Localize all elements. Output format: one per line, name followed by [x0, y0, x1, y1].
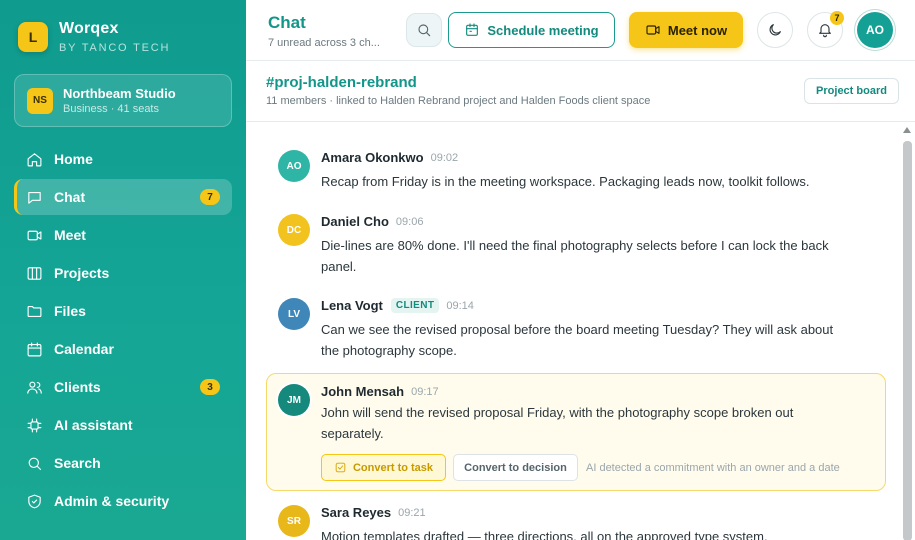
avatar[interactable]: LV	[278, 298, 310, 330]
scroll-up-arrow-icon[interactable]	[903, 127, 911, 133]
workspace-switcher[interactable]: NS Northbeam Studio Business · 41 seats	[14, 74, 232, 127]
sidebar-item-label: AI assistant	[54, 417, 133, 433]
message: SR Sara Reyes 09:21 Motion templates dra…	[266, 505, 886, 540]
sidebar-item-projects[interactable]: Projects	[14, 255, 232, 291]
calendar-icon	[25, 340, 43, 358]
search-icon	[25, 454, 43, 472]
avatar[interactable]: AO	[278, 150, 310, 182]
message-author[interactable]: Amara Okonkwo	[321, 150, 424, 165]
avatar[interactable]: DC	[278, 214, 310, 246]
channel-description: 11 members · linked to Halden Rebrand pr…	[266, 95, 651, 107]
scroll-thumb[interactable]	[903, 141, 912, 540]
workspace-meta: Business · 41 seats	[63, 103, 159, 115]
message-text: John will send the revised proposal Frid…	[321, 405, 794, 441]
message-time: 09:21	[398, 506, 426, 519]
search-button[interactable]	[406, 13, 442, 47]
checkbox-icon	[335, 462, 346, 473]
calendar-icon	[466, 23, 479, 36]
brand-name: Worqex	[59, 20, 119, 37]
sidebar: L Worqex BY TANCO TECH NS Northbeam Stud…	[0, 0, 246, 540]
message-time: 09:14	[446, 299, 474, 312]
unread-count-badge: 7	[200, 189, 220, 205]
folder-icon	[25, 302, 43, 320]
message-actions: Convert to task Convert to decision AI d…	[321, 454, 840, 481]
workspace-name: Northbeam Studio	[63, 86, 176, 101]
message-author[interactable]: John Mensah	[321, 384, 404, 399]
unread-summary: 7 unread across 3 ch...	[268, 37, 380, 49]
ai-detection-note: AI detected a commitment with an owner a…	[586, 461, 840, 474]
sidebar-item-label: Search	[54, 455, 101, 471]
meet-now-label: Meet now	[667, 22, 728, 38]
sidebar-item-files[interactable]: Files	[14, 293, 232, 329]
sidebar-item-chat[interactable]: Chat 7	[14, 179, 232, 215]
sidebar-item-label: Chat	[54, 189, 86, 205]
theme-toggle-button[interactable]	[757, 12, 793, 48]
message-list: AO Amara Okonkwo 09:02 Recap from Friday…	[246, 123, 901, 540]
top-bar: Chat 7 unread across 3 ch... Schedule me…	[246, 0, 915, 61]
video-icon	[25, 226, 43, 244]
sidebar-item-label: Admin & security	[54, 493, 170, 509]
notifications-button[interactable]: 7	[807, 11, 844, 48]
brand-subtitle: BY TANCO TECH	[59, 42, 171, 54]
sidebar-item-clients[interactable]: Clients 3	[14, 369, 232, 405]
convert-to-task-label: Convert to task	[352, 461, 434, 474]
sidebar-item-home[interactable]: Home	[14, 141, 232, 177]
message-author[interactable]: Sara Reyes	[321, 505, 391, 520]
sidebar-item-label: Meet	[54, 227, 86, 243]
message-time: 09:02	[430, 151, 459, 164]
brand-logo: L	[18, 22, 48, 52]
sidebar-item-meet[interactable]: Meet	[14, 217, 232, 253]
channel-header: #proj-halden-rebrand 11 members · linked…	[246, 62, 915, 122]
sidebar-item-label: Files	[54, 303, 86, 319]
home-icon	[25, 150, 43, 168]
sidebar-item-search[interactable]: Search	[14, 445, 232, 481]
message: DC Daniel Cho 09:06 Die-lines are 80% do…	[266, 214, 886, 284]
avatar[interactable]: SR	[278, 505, 310, 537]
schedule-meeting-label: Schedule meeting	[487, 22, 599, 38]
moon-icon	[769, 24, 781, 36]
workspace-badge: NS	[27, 87, 53, 114]
user-avatar[interactable]: AO	[857, 12, 893, 48]
search-icon	[418, 24, 431, 37]
message: LV Lena Vogt CLIENT 09:14 Can we see the…	[266, 298, 886, 368]
avatar[interactable]: JM	[278, 384, 310, 416]
message: AO Amara Okonkwo 09:02 Recap from Friday…	[266, 150, 886, 210]
sidebar-item-label: Projects	[54, 265, 110, 281]
project-board-button[interactable]: Project board	[804, 78, 899, 104]
sidebar-nav: Home Chat 7 Meet Projects Files Calendar…	[14, 141, 232, 521]
client-tag: CLIENT	[390, 298, 440, 313]
message-time: 09:17	[411, 385, 439, 398]
convert-to-decision-button[interactable]: Convert to decision	[453, 454, 578, 481]
meet-now-button[interactable]: Meet now	[629, 12, 743, 48]
sidebar-item-ai-assistant[interactable]: AI assistant	[14, 407, 232, 443]
bell-icon	[819, 24, 831, 38]
chip-icon	[25, 416, 43, 434]
sidebar-item-admin-security[interactable]: Admin & security	[14, 483, 232, 519]
message-author[interactable]: Lena Vogt	[321, 298, 383, 313]
sidebar-item-calendar[interactable]: Calendar	[14, 331, 232, 367]
brand[interactable]: L Worqex BY TANCO TECH	[18, 20, 170, 54]
schedule-meeting-button[interactable]: Schedule meeting	[448, 12, 615, 48]
notification-count-badge: 7	[830, 11, 844, 25]
message-highlighted: JM John Mensah 09:17 John will send the …	[266, 373, 886, 491]
channel-name: #proj-halden-rebrand	[266, 74, 417, 91]
chat-icon	[25, 188, 43, 206]
message-text: Die-lines are 80% done. I'll need the fi…	[321, 238, 829, 274]
sidebar-item-label: Calendar	[54, 341, 114, 357]
page-title: Chat	[268, 13, 306, 32]
video-icon	[646, 25, 660, 35]
board-icon	[25, 264, 43, 282]
sidebar-item-label: Clients	[54, 379, 101, 395]
shield-icon	[25, 492, 43, 510]
message-text: Recap from Friday is in the meeting work…	[321, 174, 810, 189]
message-time: 09:06	[395, 215, 424, 228]
message-text: Motion templates drafted — three directi…	[321, 529, 768, 540]
users-icon	[25, 378, 43, 396]
client-count-badge: 3	[200, 379, 220, 395]
message-text: Can we see the revised proposal before t…	[321, 322, 834, 358]
message-author[interactable]: Daniel Cho	[321, 214, 389, 229]
convert-to-task-button[interactable]: Convert to task	[321, 454, 446, 481]
sidebar-item-label: Home	[54, 151, 93, 167]
message-scrollbar[interactable]	[903, 123, 912, 540]
